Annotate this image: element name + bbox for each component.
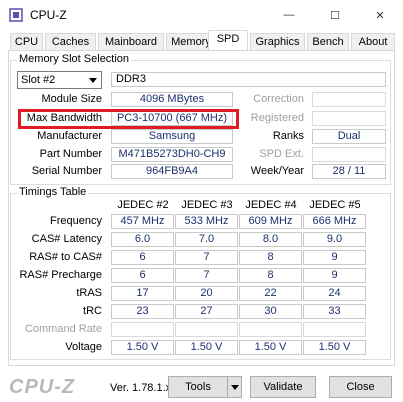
timing-row-label: Command Rate (24, 323, 102, 335)
timing-cell: 9 (303, 268, 366, 283)
registered-field (312, 111, 386, 126)
timing-cell: 7.0 (175, 232, 238, 247)
validate-button[interactable]: Validate (250, 376, 316, 398)
timing-row-label: Voltage (65, 341, 102, 353)
timing-cell: 7 (175, 250, 238, 265)
footer-bar: CPU-Z Ver. 1.78.1.x64 Tools Validate Clo… (0, 370, 403, 402)
tab-spd[interactable]: SPD (208, 30, 248, 51)
correction-label: Correction (253, 93, 304, 105)
timing-cell: 457 MHz (111, 214, 174, 229)
tools-button[interactable]: Tools (168, 376, 228, 398)
timing-cell: 8.0 (239, 232, 302, 247)
module-size-label: Module Size (41, 93, 102, 105)
tab-cpu[interactable]: CPU (10, 33, 43, 51)
tab-bench[interactable]: Bench (307, 33, 349, 51)
correction-field (312, 92, 386, 107)
timing-cell: 6.0 (111, 232, 174, 247)
timings-table-title: Timings Table (17, 186, 89, 198)
ranks-label: Ranks (272, 130, 304, 142)
module-size-field: 4096 MBytes (111, 92, 233, 107)
timing-cell: 609 MHz (239, 214, 302, 229)
timing-cell (303, 322, 366, 337)
chevron-down-icon (230, 384, 239, 390)
title-bar: CPU-Z — ☐ ✕ (0, 0, 403, 30)
timing-cell: 22 (239, 286, 302, 301)
manufacturer-field: Samsung (111, 129, 233, 144)
registered-label: Registered (250, 112, 304, 124)
chevron-down-icon (85, 72, 101, 88)
tab-caches[interactable]: Caches (45, 33, 96, 51)
timing-column-header: JEDEC #4 (245, 199, 297, 211)
serial-number-field: 964FB9A4 (111, 164, 233, 179)
week-year-field: 28 / 11 (312, 164, 386, 179)
timing-cell (239, 322, 302, 337)
timing-cell: 1.50 V (175, 340, 238, 355)
timing-cell: 17 (111, 286, 174, 301)
ranks-field: Dual (312, 129, 386, 144)
maximize-button[interactable]: ☐ (312, 0, 358, 30)
tab-bar: CPU Caches Mainboard Memory SPD Graphics… (10, 30, 396, 51)
timing-cell: 20 (175, 286, 238, 301)
tab-graphics[interactable]: Graphics (250, 33, 305, 51)
window-title: CPU-Z (30, 8, 67, 22)
cpu-z-logo: CPU-Z (9, 376, 76, 398)
timing-cell: 9 (303, 250, 366, 265)
timing-cell (175, 322, 238, 337)
timing-cell (111, 322, 174, 337)
slot-select-value: Slot #2 (21, 74, 56, 86)
minimize-button[interactable]: — (266, 0, 312, 30)
timing-column-header: JEDEC #5 (309, 199, 361, 211)
timing-cell: 8 (239, 268, 302, 283)
timing-cell: 27 (175, 304, 238, 319)
timing-cell: 6 (111, 250, 174, 265)
timing-cell: 7 (175, 268, 238, 283)
timing-cell: 1.50 V (111, 340, 174, 355)
close-window-button[interactable]: ✕ (357, 0, 403, 30)
timing-cell: 533 MHz (175, 214, 238, 229)
timing-row-label: tRC (83, 305, 102, 317)
tab-mainboard[interactable]: Mainboard (98, 33, 164, 51)
part-number-label: Part Number (39, 148, 102, 160)
memory-type-field: DDR3 (111, 72, 386, 87)
timing-cell: 23 (111, 304, 174, 319)
week-year-label: Week/Year (250, 165, 304, 177)
timing-column-header: JEDEC #2 (117, 199, 169, 211)
timing-cell: 24 (303, 286, 366, 301)
memory-slot-group-title: Memory Slot Selection (17, 53, 132, 65)
spd-ext-field (312, 147, 386, 162)
timing-row-label: RAS# to CAS# (29, 251, 102, 263)
timing-cell: 8 (239, 250, 302, 265)
timing-row-label: CAS# Latency (31, 233, 102, 245)
manufacturer-label: Manufacturer (37, 130, 102, 142)
timing-cell: 6 (111, 268, 174, 283)
max-bandwidth-highlight (18, 109, 239, 129)
slot-select[interactable]: Slot #2 (17, 71, 102, 89)
timing-cell: 30 (239, 304, 302, 319)
timing-row-label: Frequency (50, 215, 102, 227)
timing-column-header: JEDEC #3 (181, 199, 233, 211)
spd-ext-label: SPD Ext. (259, 148, 304, 160)
part-number-field: M471B5273DH0-CH9 (111, 147, 233, 162)
timing-cell: 666 MHz (303, 214, 366, 229)
cpu-z-app-icon (9, 8, 23, 22)
timing-row-label: tRAS (76, 287, 102, 299)
timing-cell: 1.50 V (303, 340, 366, 355)
timing-cell: 1.50 V (239, 340, 302, 355)
tab-about[interactable]: About (351, 33, 395, 51)
serial-number-label: Serial Number (31, 165, 102, 177)
tools-dropdown-button[interactable] (227, 376, 242, 398)
timing-row-label: RAS# Precharge (19, 269, 102, 281)
timing-cell: 33 (303, 304, 366, 319)
close-button[interactable]: Close (329, 376, 392, 398)
timing-cell: 9.0 (303, 232, 366, 247)
